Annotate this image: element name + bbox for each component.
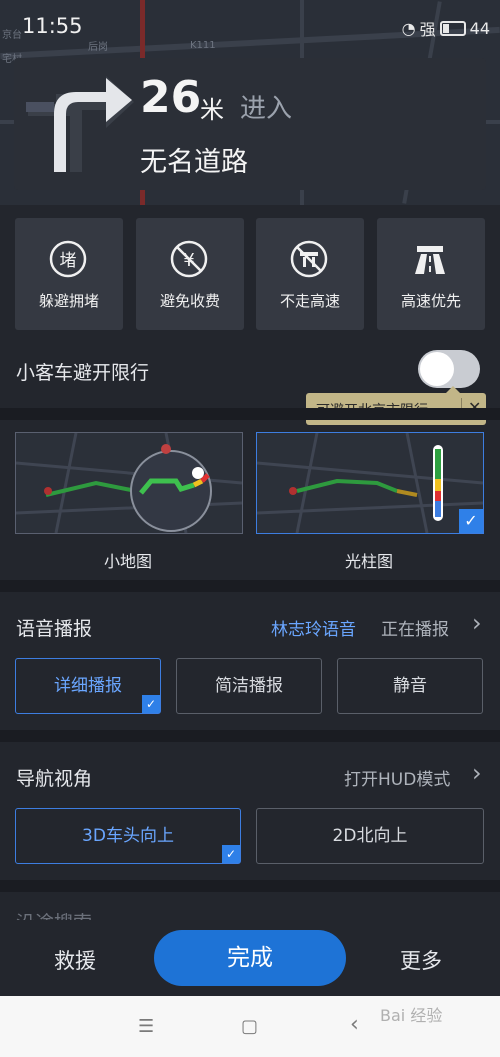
no-toll-icon: ¥ (170, 240, 208, 278)
toggle-knob (420, 352, 454, 386)
minimap-preview (16, 433, 242, 533)
section-divider (0, 408, 500, 420)
pref-avoid-toll-button[interactable]: ¥ 避免收费 (136, 218, 244, 330)
turn-right-icon (26, 76, 134, 172)
hud-mode-link[interactable]: 打开HUD模式 (344, 765, 450, 790)
option-label: 简洁播报 (215, 676, 283, 696)
option-label: 静音 (393, 676, 427, 696)
section-divider (0, 880, 500, 892)
menu-icon[interactable]: ☰ (138, 1016, 154, 1037)
view-section-title: 导航视角 (16, 768, 93, 790)
selected-check-icon: ✓ (222, 845, 240, 863)
highway-icon (415, 246, 445, 274)
option-label: 2D北向上 (332, 826, 408, 846)
chevron-right-icon[interactable]: › (472, 609, 482, 637)
restriction-label: 小客车避开限行 (16, 362, 150, 384)
pref-highway-first-button[interactable]: 高速优先 (377, 218, 485, 330)
done-button[interactable]: 完成 (154, 930, 346, 986)
back-icon[interactable]: ‹ (350, 1012, 359, 1037)
pref-label: 避免收费 (159, 292, 220, 310)
view-2d-north-up-button[interactable]: 2D北向上 (256, 808, 484, 864)
option-label: 3D车头向上 (82, 826, 174, 846)
watermark: Bai 经验 (380, 1006, 443, 1025)
map-mode-minimap-option[interactable] (15, 432, 243, 534)
voice-detailed-button[interactable]: 详细播报 ✓ (15, 658, 161, 714)
battery-icon (439, 20, 466, 36)
signal-label: 强 (419, 20, 436, 39)
voice-brief-button[interactable]: 简洁播报 (176, 658, 322, 714)
pref-label: 高速优先 (400, 292, 461, 310)
home-icon[interactable]: ▢ (241, 1016, 258, 1037)
wifi-icon: ◔ (401, 18, 416, 38)
pref-label: 躲避拥堵 (38, 292, 99, 310)
road-name: 无名道路 (140, 147, 248, 178)
battery-level: 44 (469, 18, 490, 38)
map-mode-caption: 光柱图 (344, 552, 393, 571)
view-3d-heading-up-button[interactable]: 3D车头向上 ✓ (15, 808, 241, 864)
distance-number: 26 (140, 72, 202, 123)
option-label: 详细播报 (54, 676, 122, 696)
no-highway-icon (290, 240, 328, 278)
selected-check-icon: ✓ (459, 509, 483, 533)
chevron-right-icon[interactable]: › (472, 759, 482, 787)
voice-name-link[interactable]: 林志玲语音 (271, 615, 356, 640)
selected-check-icon: ✓ (142, 695, 160, 713)
section-divider (0, 580, 500, 592)
more-button[interactable]: 更多 (400, 945, 442, 975)
status-bar: 11:55 ◔ 强 44 (0, 0, 500, 56)
pref-avoid-congestion-button[interactable]: 堵 躲避拥堵 (15, 218, 123, 330)
restriction-toggle[interactable] (418, 350, 480, 388)
pref-label: 不走高速 (279, 292, 340, 310)
map-mode-caption: 小地图 (103, 552, 152, 571)
distance-unit: 米 (200, 96, 224, 124)
map-mode-lightbar-option[interactable]: ✓ (256, 432, 484, 534)
status-indicators: ◔ 强 44 (402, 16, 490, 40)
svg-text:堵: 堵 (60, 251, 77, 271)
congestion-icon: 堵 (49, 240, 87, 278)
rescue-button[interactable]: 救援 (54, 945, 96, 975)
turn-action: 进入 (240, 94, 293, 124)
voice-section-title: 语音播报 (16, 618, 93, 640)
lightbar-preview (257, 433, 483, 533)
voice-mute-button[interactable]: 静音 (337, 658, 483, 714)
status-time: 11:55 (22, 14, 83, 38)
pref-no-highway-button[interactable]: 不走高速 (256, 218, 364, 330)
section-divider (0, 730, 500, 742)
voice-status[interactable]: 正在播报 (381, 615, 449, 640)
